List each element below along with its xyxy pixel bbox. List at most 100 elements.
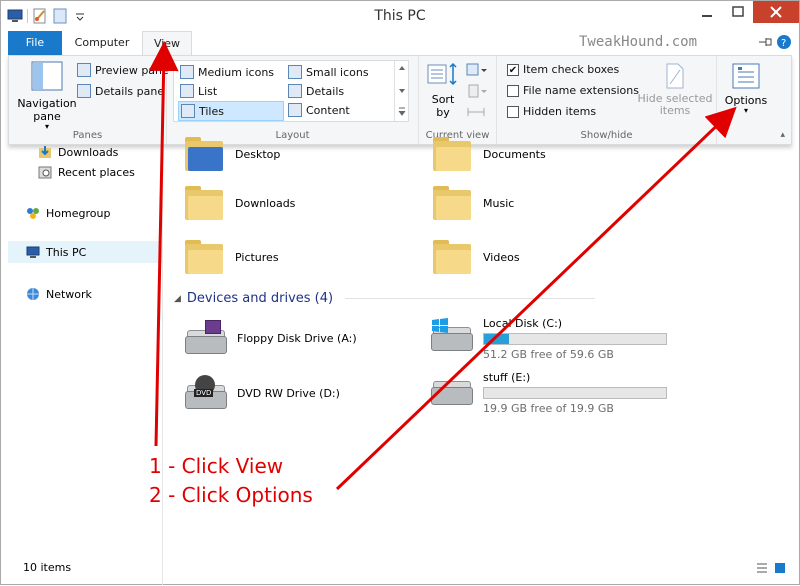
- folder-tile-desktop[interactable]: Desktop: [185, 137, 280, 171]
- drive-usage-fill: [484, 334, 510, 344]
- close-button[interactable]: [753, 1, 799, 23]
- tab-file[interactable]: File: [8, 31, 62, 55]
- tiles-label: Tiles: [199, 104, 224, 118]
- drive-tile-stuff-e[interactable]: stuff (E:) 19.9 GB free of 19.9 GB: [429, 371, 667, 415]
- drive-usage-bar: [483, 387, 667, 399]
- desktop-folder-icon: [185, 137, 223, 171]
- folder-label: Documents: [483, 147, 546, 161]
- minimize-button[interactable]: [692, 1, 722, 23]
- tiles-icon: [181, 104, 195, 118]
- details-icon: [288, 84, 302, 98]
- layout-tiles[interactable]: Tiles: [178, 101, 284, 121]
- downloads-folder-icon: [185, 186, 223, 220]
- details-pane-label: Details pane: [95, 84, 165, 98]
- group-divider: [345, 298, 596, 299]
- drive-label: Floppy Disk Drive (A:): [237, 332, 357, 345]
- devices-group-header[interactable]: ◢ Devices and drives (4): [174, 291, 596, 306]
- drive-tile-dvd[interactable]: DVD DVD RW Drive (D:): [183, 375, 340, 411]
- nav-item-network[interactable]: Network: [26, 287, 92, 301]
- hide-selected-items-label: Hide selected items: [637, 92, 713, 117]
- pin-icon[interactable]: [758, 36, 772, 51]
- item-check-boxes-toggle[interactable]: ✔ Item check boxes: [507, 63, 619, 76]
- preview-pane-button[interactable]: Preview pane: [77, 63, 169, 77]
- file-name-extensions-toggle[interactable]: File name extensions: [507, 84, 639, 97]
- devices-heading: Devices and drives (4): [186, 291, 334, 306]
- sort-by-button[interactable]: Sort by: [425, 62, 461, 119]
- medium-icons-icon: [180, 65, 194, 79]
- group-by-icon[interactable]: [465, 62, 489, 81]
- size-columns-icon[interactable]: [465, 104, 489, 123]
- content-label: Content: [306, 103, 350, 117]
- folder-tile-videos[interactable]: Videos: [433, 240, 520, 274]
- layout-gallery: Medium icons List Tiles Small icons Deta…: [173, 60, 409, 122]
- nav-item-homegroup[interactable]: Homegroup: [26, 206, 110, 220]
- small-icons-icon: [288, 65, 302, 79]
- add-columns-icon[interactable]: [465, 83, 489, 102]
- hide-selected-items-button[interactable]: Hide selected items: [637, 62, 713, 117]
- tab-view[interactable]: View: [142, 31, 192, 55]
- content-icon: [288, 103, 302, 117]
- folder-tile-downloads[interactable]: Downloads: [185, 186, 295, 220]
- medium-icons-label: Medium icons: [198, 65, 275, 79]
- nav-item-recent-places[interactable]: Recent places: [38, 165, 135, 179]
- recent-places-icon: [38, 165, 52, 179]
- options-button[interactable]: Options ▾: [720, 61, 772, 115]
- help-icon[interactable]: ?: [777, 35, 791, 49]
- details-view-icon[interactable]: [755, 561, 769, 578]
- layout-content[interactable]: Content: [288, 103, 350, 117]
- documents-folder-icon: [433, 137, 471, 171]
- sort-by-icon: [427, 62, 457, 86]
- nav-item-label: Homegroup: [46, 206, 111, 220]
- item-check-boxes-checkbox[interactable]: ✔: [507, 63, 519, 76]
- layout-group: Medium icons List Tiles Small icons Deta…: [167, 56, 419, 144]
- list-icon: [180, 84, 194, 98]
- layout-scrollbar[interactable]: [394, 61, 408, 121]
- annotation-step2: 2 - Click Options: [149, 483, 313, 507]
- folder-tile-documents[interactable]: Documents: [433, 137, 546, 171]
- layout-details[interactable]: Details: [288, 84, 344, 98]
- homegroup-icon: [26, 206, 40, 220]
- maximize-button[interactable]: [723, 1, 753, 23]
- hidden-items-toggle[interactable]: Hidden items: [507, 105, 596, 118]
- navigation-pane-button[interactable]: Navigation pane ▾: [15, 60, 79, 131]
- drive-tile-local-disk-c[interactable]: Local Disk (C:) 51.2 GB free of 59.6 GB: [429, 317, 667, 361]
- details-pane-icon: [77, 84, 91, 98]
- hidden-items-checkbox[interactable]: [507, 105, 519, 118]
- folder-label: Downloads: [235, 196, 296, 210]
- collapse-ribbon-icon[interactable]: ▴: [780, 130, 785, 140]
- drive-label: Local Disk (C:): [483, 317, 563, 330]
- show-hide-group: ✔ Item check boxes File name extensions …: [497, 56, 717, 144]
- folder-tile-pictures[interactable]: Pictures: [185, 240, 279, 274]
- chevron-down-icon: ◢: [174, 293, 181, 304]
- large-icons-view-icon[interactable]: [773, 561, 787, 578]
- file-name-extensions-checkbox[interactable]: [507, 84, 519, 97]
- options-group: Options ▾: [717, 56, 777, 144]
- panes-group: Navigation pane ▾ Preview pane Details p…: [9, 56, 169, 144]
- item-check-boxes-label: Item check boxes: [523, 63, 620, 76]
- details-pane-button[interactable]: Details pane: [77, 84, 164, 98]
- hide-selected-items-icon: [666, 63, 684, 89]
- status-item-count: 10 items: [23, 561, 72, 574]
- nav-item-label: Network: [46, 287, 92, 301]
- details-label: Details: [306, 84, 345, 98]
- music-folder-icon: [433, 186, 471, 220]
- computer-icon: [26, 245, 40, 259]
- folder-tile-music[interactable]: Music: [433, 186, 514, 220]
- hidden-items-label: Hidden items: [523, 105, 597, 118]
- chevron-down-icon: ▾: [743, 106, 748, 115]
- tab-computer[interactable]: Computer: [64, 31, 140, 55]
- navigation-pane: Downloads Recent places Homegroup This P…: [8, 145, 162, 549]
- network-icon: [26, 287, 40, 301]
- navigation-pane-label: Navigation pane: [17, 97, 77, 123]
- nav-item-label: Recent places: [58, 165, 135, 179]
- layout-medium-icons[interactable]: Medium icons: [180, 65, 274, 79]
- options-icon: [732, 63, 760, 89]
- layout-small-icons[interactable]: Small icons: [288, 65, 369, 79]
- nav-item-downloads[interactable]: Downloads: [38, 145, 118, 159]
- drive-tile-floppy[interactable]: Floppy Disk Drive (A:): [183, 320, 357, 356]
- annotation-step1: 1 - Click View: [149, 454, 284, 478]
- sort-by-label: Sort by: [431, 93, 455, 119]
- layout-list[interactable]: List: [180, 84, 217, 98]
- folder-label: Desktop: [235, 147, 281, 161]
- nav-item-this-pc[interactable]: This PC: [8, 241, 162, 263]
